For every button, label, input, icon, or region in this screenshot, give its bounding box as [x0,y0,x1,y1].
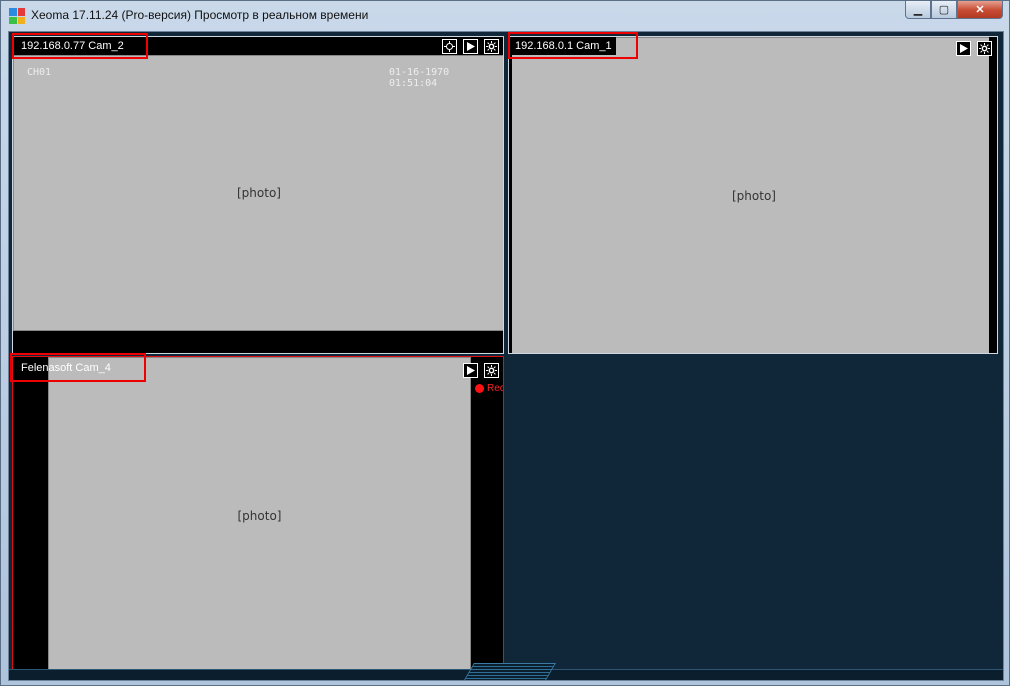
camera-view-cam-1[interactable]: [photo] 192.168.0.1 Cam_1 [508,36,998,354]
settings-gear-icon[interactable] [484,39,499,54]
camera-image: [photo] [13,55,503,331]
title-bar[interactable]: Xeoma 17.11.24 (Pro-версия) Просмотр в р… [1,1,1009,31]
osd-timestamp: 01-16-1970 01:51:04 [389,67,450,89]
play-icon[interactable] [463,363,478,378]
panel-handle[interactable] [464,663,556,680]
camera-image: [photo] [509,37,997,353]
record-dot-icon [475,384,484,393]
camera-view-cam-2[interactable]: [photo] CH01 01-16-1970 01:51:04 192.168… [12,36,504,354]
close-button[interactable]: ✕ [957,1,1003,19]
highlight-box [12,33,148,59]
window-title: Xeoma 17.11.24 (Pro-версия) Просмотр в р… [31,8,369,22]
xeoma-logo-icon [9,8,25,24]
highlight-box [10,353,146,382]
camera-view-cam-4[interactable]: [photo] Felenasoft Cam_4 Rec [12,356,504,674]
camera-grid: [photo] CH01 01-16-1970 01:51:04 192.168… [8,31,1004,681]
play-icon[interactable] [463,39,478,54]
rec-label: Rec [487,383,504,394]
fullscreen-icon[interactable] [442,39,457,54]
settings-gear-icon[interactable] [977,41,992,56]
minimize-button[interactable]: ▁ [905,1,931,19]
recording-indicator: Rec [475,383,504,394]
highlight-box [508,32,638,59]
osd-channel: CH01 [27,67,52,78]
window-controls: ▁ ▢ ✕ [905,1,1003,21]
camera-image: [photo] [48,357,471,673]
app-window: Xeoma 17.11.24 (Pro-версия) Просмотр в р… [0,0,1010,686]
maximize-button[interactable]: ▢ [931,1,957,19]
play-icon[interactable] [956,41,971,56]
settings-gear-icon[interactable] [484,363,499,378]
